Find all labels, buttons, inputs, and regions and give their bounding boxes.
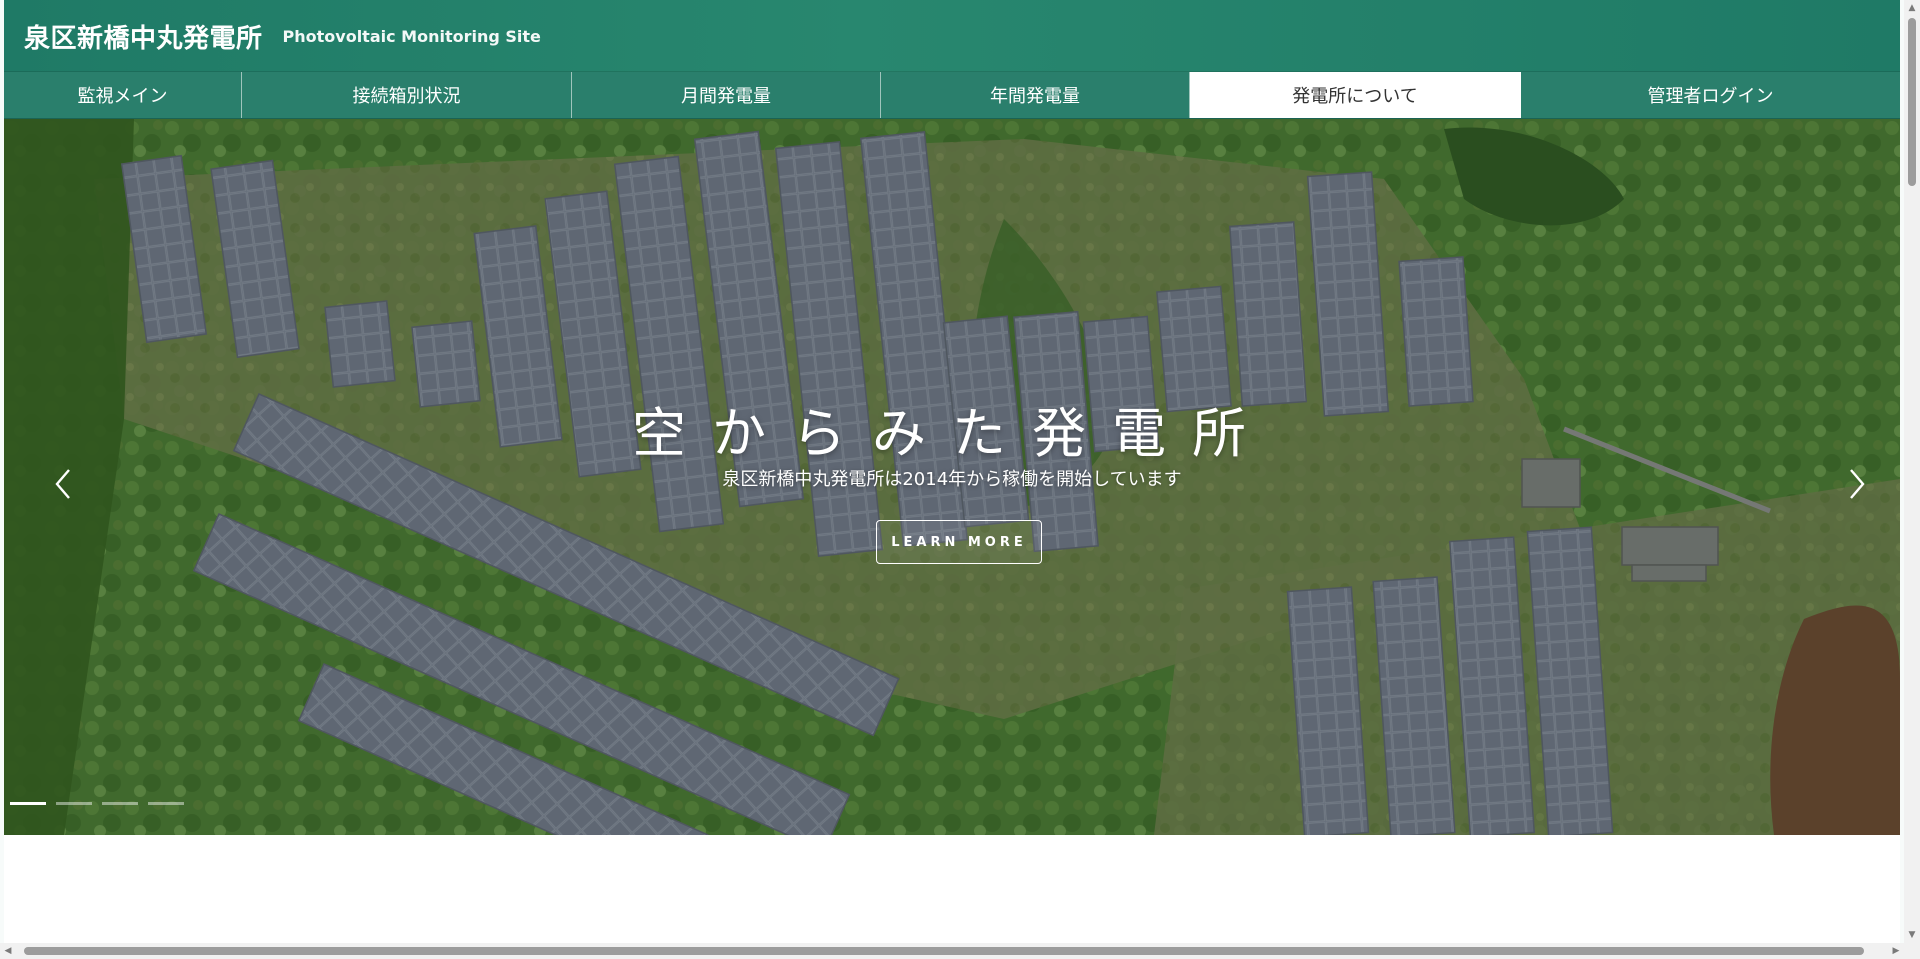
main-nav: 監視メイン 接続箱別状況 月間発電量 年間発電量 発電所について 管理者ログイン [4, 72, 1900, 119]
carousel-indicator-3[interactable] [102, 802, 138, 805]
site-subtitle: Photovoltaic Monitoring Site [282, 26, 541, 46]
nav-item-label: 年間発電量 [990, 86, 1080, 107]
hero-subheading: 泉区新橋中丸発電所は2014年から稼働を開始しています [722, 469, 1182, 490]
nav-item-junction-box-status[interactable]: 接続箱別状況 [242, 72, 572, 118]
carousel-indicator-1[interactable] [10, 802, 46, 805]
nav-item-label: 接続箱別状況 [352, 86, 461, 107]
carousel-next-button[interactable] [1842, 464, 1872, 504]
horizontal-scrollbar[interactable]: ◀ ▶ [0, 943, 1904, 959]
hero-heading: 空からみた発電所 [632, 402, 1272, 465]
page: 泉区新橋中丸発電所 Photovoltaic Monitoring Site 監… [4, 0, 1900, 959]
nav-item-monthly-generation[interactable]: 月間発電量 [572, 72, 881, 118]
hero-carousel: 空からみた発電所 泉区新橋中丸発電所は2014年から稼働を開始しています LEA… [4, 119, 1900, 835]
nav-item-yearly-generation[interactable]: 年間発電量 [881, 72, 1190, 118]
carousel-prev-button[interactable] [48, 464, 78, 504]
scroll-down-icon[interactable]: ▼ [1904, 927, 1920, 943]
nav-item-label: 発電所について [1292, 86, 1418, 107]
scroll-right-icon[interactable]: ▶ [1888, 943, 1904, 959]
scroll-up-icon[interactable]: ▲ [1904, 0, 1920, 16]
carousel-indicator-2[interactable] [56, 802, 92, 805]
site-header: 泉区新橋中丸発電所 Photovoltaic Monitoring Site [4, 0, 1900, 72]
site-title[interactable]: 泉区新橋中丸発電所 [24, 18, 263, 55]
nav-item-label: 監視メイン [77, 86, 168, 107]
carousel-indicators [10, 802, 184, 805]
carousel-indicator-4[interactable] [148, 802, 184, 805]
chevron-left-icon [55, 469, 70, 499]
horizontal-scroll-thumb[interactable] [24, 947, 1864, 955]
nav-item-label: 管理者ログイン [1647, 86, 1774, 107]
scroll-left-icon[interactable]: ◀ [0, 943, 16, 959]
learn-more-button[interactable]: LEARN MORE [876, 520, 1042, 564]
nav-item-about-plant[interactable]: 発電所について [1190, 72, 1521, 118]
nav-item-admin-login[interactable]: 管理者ログイン [1521, 72, 1900, 118]
vertical-scroll-thumb[interactable] [1908, 18, 1916, 186]
chevron-right-icon [1850, 469, 1865, 499]
nav-item-monitoring-main[interactable]: 監視メイン [4, 72, 242, 118]
nav-item-label: 月間発電量 [681, 86, 771, 107]
vertical-scrollbar[interactable]: ▲ ▼ [1904, 0, 1920, 959]
